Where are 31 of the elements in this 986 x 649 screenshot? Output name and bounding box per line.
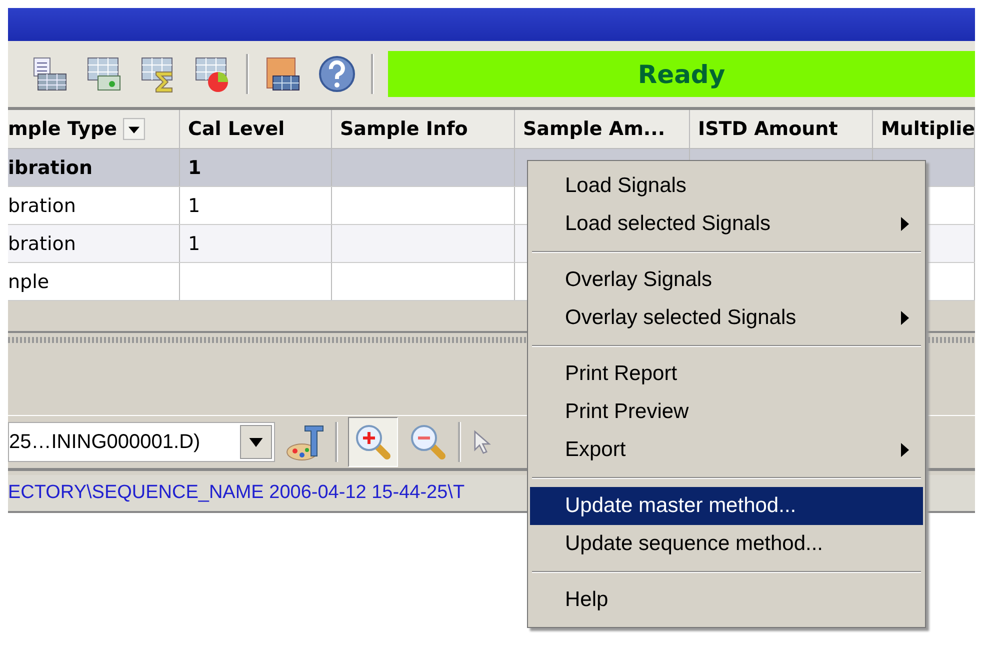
table-cell: ibration [8, 156, 92, 178]
zoom-out-icon[interactable] [408, 422, 448, 462]
dropdown-button[interactable] [240, 425, 272, 459]
menu-item[interactable]: Export [530, 431, 923, 469]
table-cell: 1 [188, 194, 200, 216]
table-cell: nple [8, 270, 50, 292]
menu-item[interactable]: Update master method... [530, 487, 923, 525]
menu-item[interactable]: Overlay selected Signals [530, 299, 923, 337]
table-cell: 1 [188, 156, 202, 178]
menu-item[interactable]: Help [530, 581, 923, 619]
file-combo-box[interactable]: 25…INING000001.D) [8, 422, 275, 462]
table-cell: 1 [188, 232, 200, 254]
column-header[interactable]: Sample Info [332, 110, 515, 148]
column-header[interactable]: Sample Am... [515, 110, 690, 148]
column-header[interactable]: ISTD Amount [690, 110, 873, 148]
status-indicator: Ready [388, 51, 975, 97]
menu-item[interactable]: Overlay Signals [530, 261, 923, 299]
filter-dropdown-icon[interactable] [123, 118, 145, 140]
table-cell: bration [8, 232, 76, 254]
zoom-in-button[interactable] [348, 417, 398, 467]
caret-icon [249, 438, 263, 446]
help-icon[interactable] [317, 54, 357, 94]
zoom-in-icon [353, 422, 393, 462]
file-path: ECTORY\SEQUENCE_NAME 2006-04-12 15-44-25\T [8, 482, 465, 504]
menu-item[interactable]: Update sequence method... [530, 525, 923, 563]
column-header[interactable]: mple Type [8, 110, 180, 148]
menu-item[interactable]: Print Preview [530, 393, 923, 431]
table-cell: bration [8, 194, 76, 216]
column-header[interactable]: Multiplie [873, 110, 975, 148]
column-header[interactable]: Cal Level [180, 110, 332, 148]
menu-item[interactable]: Print Report [530, 355, 923, 393]
